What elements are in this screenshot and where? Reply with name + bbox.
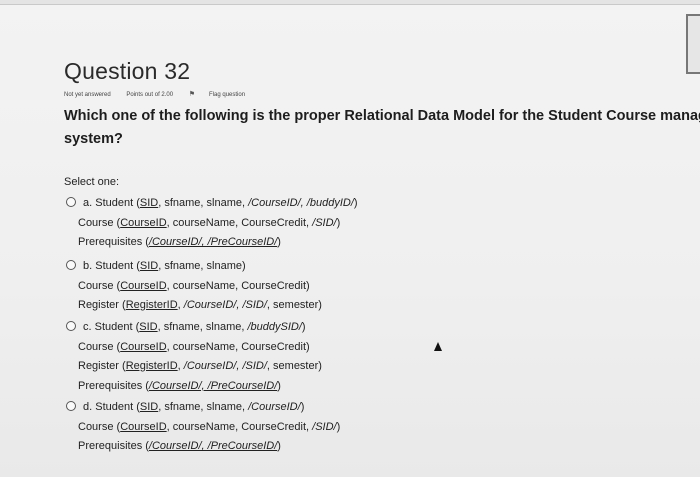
text-segment: ) xyxy=(277,440,281,452)
radio-button-b[interactable] xyxy=(66,260,76,271)
text-segment: Student ( xyxy=(95,401,140,413)
option-line: Prerequisites (/CourseID/, /PreCourseID/… xyxy=(66,377,322,397)
option-line: Register (RegisterID, /CourseID/, /SID/,… xyxy=(66,357,322,377)
answer-status: Not yet answered xyxy=(64,92,111,98)
foreign-key: /CourseID/, /SID/ xyxy=(183,360,267,372)
option-b[interactable]: b. Student (SID, sfname, slname) Course … xyxy=(66,257,322,316)
radio-button-a[interactable] xyxy=(66,197,76,208)
text-segment: Register ( xyxy=(78,360,126,372)
text-segment: ) xyxy=(300,401,305,413)
question-meta: Not yet answered Points out of 2.00 ⚑ Fla… xyxy=(64,90,273,98)
text-segment: ) xyxy=(277,236,281,248)
composite-key: /CourseID/, /PreCourseID/ xyxy=(148,236,278,248)
text-segment: Course ( xyxy=(78,420,121,433)
option-a[interactable]: a. Student (SID, sfname, slname, /Course… xyxy=(66,194,358,253)
primary-key: CourseID xyxy=(120,340,167,353)
question-text-line-1: Which one of the following is the proper… xyxy=(64,108,700,124)
text-segment: Prerequisites ( xyxy=(78,379,149,392)
option-line: Prerequisites (/CourseID/, /PreCourseID/… xyxy=(66,233,358,253)
foreign-key: /CourseID/, /buddyID/ xyxy=(248,197,354,209)
text-segment: , courseName, CourseCredit) xyxy=(166,340,310,353)
composite-key: /CourseID/, /PreCourseID/ xyxy=(148,440,278,452)
mouse-cursor-icon xyxy=(434,342,442,351)
option-letter: c. xyxy=(83,321,92,333)
question-nav-edge[interactable] xyxy=(686,14,700,74)
text-segment: , courseName, CourseCredit, xyxy=(166,420,313,433)
flag-icon: ⚑ xyxy=(188,91,196,98)
text-segment: Student ( xyxy=(95,260,140,272)
text-segment: , courseName, CourseCredit) xyxy=(166,279,310,292)
radio-button-d[interactable] xyxy=(66,401,76,412)
text-segment: , sfname, slname) xyxy=(158,260,246,272)
primary-key: SID xyxy=(139,401,159,413)
primary-key: SID xyxy=(139,321,158,333)
text-segment: , sfname, slname, xyxy=(157,321,248,333)
option-line: Course (CourseID, courseName, CourseCred… xyxy=(66,338,322,358)
question-text-line-2: system? xyxy=(64,131,123,147)
option-line: Prerequisites (/CourseID/, /PreCourseID/… xyxy=(66,437,340,457)
text-segment: , semester) xyxy=(266,360,322,372)
option-letter: d. xyxy=(83,401,93,413)
option-line: d. Student (SID, sfname, slname, /Course… xyxy=(66,398,340,418)
select-one-label: Select one: xyxy=(64,176,120,188)
text-segment: Student ( xyxy=(94,321,140,333)
option-letter: a. xyxy=(83,197,93,209)
foreign-key: /buddySID/ xyxy=(247,321,302,333)
text-segment: , sfname, slname, xyxy=(158,401,249,413)
text-segment: Course ( xyxy=(78,279,121,292)
option-line: Course (CourseID, courseName, CourseCred… xyxy=(66,214,358,234)
text-segment: Prerequisites ( xyxy=(78,236,149,248)
primary-key: RegisterID xyxy=(125,360,178,372)
question-text: Which one of the following is the proper… xyxy=(64,105,700,151)
top-divider xyxy=(0,4,700,5)
option-line: a. Student (SID, sfname, slname, /Course… xyxy=(66,194,358,214)
primary-key: RegisterID xyxy=(125,299,178,311)
text-segment: Course ( xyxy=(78,340,121,353)
text-segment: , courseName, CourseCredit, xyxy=(166,216,313,229)
text-segment: , semester) xyxy=(266,299,322,311)
option-line: Course (CourseID, courseName, CourseCred… xyxy=(66,277,322,297)
option-line: Course (CourseID, courseName, CourseCred… xyxy=(66,418,340,438)
primary-key: CourseID xyxy=(120,279,167,292)
foreign-key: /CourseID/ xyxy=(248,401,301,413)
points-label: Points out of 2.00 xyxy=(126,92,174,98)
text-segment: Register ( xyxy=(78,299,126,311)
text-segment: Prerequisites ( xyxy=(78,440,149,452)
text-segment: Course ( xyxy=(78,216,121,229)
text-segment: ) xyxy=(336,420,341,433)
foreign-key: /CourseID/, /SID/ xyxy=(183,299,267,311)
option-d[interactable]: d. Student (SID, sfname, slname, /Course… xyxy=(66,398,340,457)
text-segment: , sfname, slname, xyxy=(158,197,249,209)
composite-key: /CourseID/, /PreCourseID/ xyxy=(148,379,278,392)
question-title: Question 32 xyxy=(64,58,191,84)
text-segment: Student ( xyxy=(95,197,140,209)
primary-key: SID xyxy=(139,260,159,272)
option-line: c. Student (SID, sfname, slname, /buddyS… xyxy=(66,318,322,338)
flag-question-link[interactable]: ⚑ Flag question xyxy=(189,90,259,98)
primary-key: CourseID xyxy=(120,420,167,433)
text-segment: ) xyxy=(277,379,281,392)
radio-button-c[interactable] xyxy=(66,321,76,332)
primary-key: SID xyxy=(139,197,159,209)
text-segment: ) xyxy=(336,216,341,229)
foreign-key: /SID/ xyxy=(312,420,337,433)
option-letter: b. xyxy=(83,260,93,272)
flag-label: Flag question xyxy=(209,92,246,98)
primary-key: CourseID xyxy=(120,216,167,229)
foreign-key: /SID/ xyxy=(312,216,337,229)
option-c[interactable]: c. Student (SID, sfname, slname, /buddyS… xyxy=(66,318,322,396)
option-line: Register (RegisterID, /CourseID/, /SID/,… xyxy=(66,296,322,316)
option-line: b. Student (SID, sfname, slname) xyxy=(66,257,322,277)
text-segment: ) xyxy=(301,321,306,333)
text-segment: ) xyxy=(353,197,358,209)
